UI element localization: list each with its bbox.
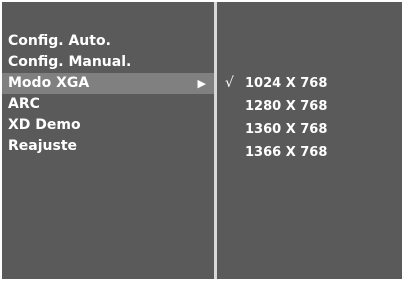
menu-item-reajuste[interactable]: Reajuste [2,136,214,157]
main-menu-pane: Config. Auto. Config. Manual. Modo XGA ▶… [2,2,214,279]
resolution-option-label: 1280 X 768 [245,99,328,114]
submenu-pane: √ 1024 X 768 1280 X 768 1360 X 768 1366 … [217,2,402,279]
menu-item-label: Reajuste [8,138,78,154]
menu-item-label: Modo XGA [8,75,90,91]
resolution-option-label: 1366 X 768 [245,145,328,160]
resolution-option-label: 1024 X 768 [245,76,328,91]
menu-item-label: XD Demo [8,117,81,133]
menu-item-modo-xga[interactable]: Modo XGA ▶ [2,73,214,94]
check-mark-icon: √ [225,75,234,91]
menu-item-label: Config. Manual. [8,54,132,70]
menu-item-xd-demo[interactable]: XD Demo [2,115,214,136]
menu-item-config-manual[interactable]: Config. Manual. [2,52,214,73]
menu-item-label: ARC [8,96,40,112]
resolution-option-label: 1360 X 768 [245,122,328,137]
main-menu-list: Config. Auto. Config. Manual. Modo XGA ▶… [2,31,214,157]
resolution-options-list: √ 1024 X 768 1280 X 768 1360 X 768 1366 … [217,72,402,164]
resolution-option-1024x768[interactable]: √ 1024 X 768 [217,72,402,95]
menu-item-config-auto[interactable]: Config. Auto. [2,31,214,52]
resolution-option-1360x768[interactable]: 1360 X 768 [217,118,402,141]
resolution-option-1366x768[interactable]: 1366 X 768 [217,141,402,164]
menu-item-label: Config. Auto. [8,33,111,49]
submenu-arrow-icon: ▶ [197,77,206,90]
menu-item-arc[interactable]: ARC [2,94,214,115]
resolution-option-1280x768[interactable]: 1280 X 768 [217,95,402,118]
osd-menu-window: Config. Auto. Config. Manual. Modo XGA ▶… [0,0,404,281]
